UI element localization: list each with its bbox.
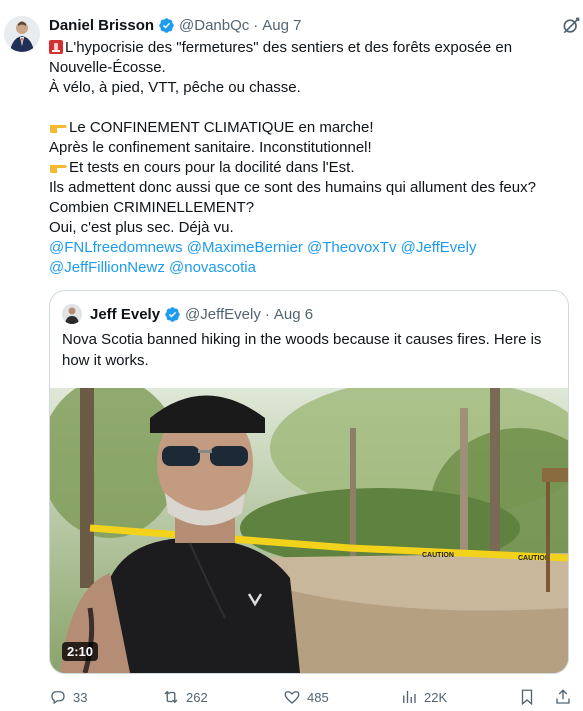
tweet-line: Et tests en cours pour la docilité dans … bbox=[49, 158, 569, 178]
author-avatar[interactable] bbox=[4, 16, 40, 52]
tweet-line-text: Le CONFINEMENT CLIMATIQUE en marche! bbox=[69, 119, 374, 136]
video-thumbnail: CAUTION CAUTION bbox=[50, 388, 568, 673]
like-button[interactable]: 485 bbox=[283, 688, 329, 706]
share-icon bbox=[556, 689, 570, 704]
like-count: 485 bbox=[307, 689, 329, 705]
tweet-actions-bar: 33 262 485 22K bbox=[49, 688, 579, 710]
mention-link[interactable]: @MaximeBernier bbox=[187, 239, 303, 256]
reply-button[interactable]: 33 bbox=[49, 688, 87, 706]
mentions-line: @FNLfreedomnews @MaximeBernier @TheovoxT… bbox=[49, 238, 569, 258]
mention-link[interactable]: @FNLfreedomnews bbox=[49, 239, 183, 256]
tweet-text: L'hypocrisie des "fermetures" des sentie… bbox=[49, 38, 569, 278]
video-player[interactable]: CAUTION CAUTION 2:10 bbox=[50, 388, 568, 673]
tweet-date[interactable]: Aug 7 bbox=[262, 17, 301, 34]
like-icon bbox=[284, 691, 300, 704]
tweet-header: Daniel Brisson @DanbQc · Aug 7 bbox=[49, 14, 580, 36]
header-separator: · bbox=[253, 16, 259, 34]
tweet-line: Le CONFINEMENT CLIMATIQUE en marche! bbox=[49, 118, 569, 138]
tweet-line: L'hypocrisie des "fermetures" des sentie… bbox=[49, 38, 569, 58]
video-duration-badge: 2:10 bbox=[62, 642, 99, 661]
tweet-line-text: Combien CRIMINELLEMENT? bbox=[49, 199, 255, 216]
header-separator: · bbox=[264, 305, 270, 323]
views-icon bbox=[403, 691, 416, 703]
tweet-line-text: Et tests en cours pour la docilité dans … bbox=[69, 159, 355, 176]
caution-tape-text: CAUTION bbox=[422, 552, 454, 559]
siren-emoji-icon bbox=[49, 40, 63, 54]
pointing-hand-emoji-icon bbox=[50, 125, 67, 133]
verified-badge-icon bbox=[165, 306, 180, 322]
tweet-content: Daniel Brisson @DanbQc · Aug 7 L'hypocri… bbox=[49, 14, 580, 278]
tweet[interactable]: Daniel Brisson @DanbQc · Aug 7 L'hypocri… bbox=[0, 0, 583, 711]
tweet-line-text: À vélo, à pied, VTT, pêche ou chasse. bbox=[49, 79, 301, 96]
mention-link[interactable]: @JeffFillionNewz bbox=[49, 259, 165, 276]
pointing-hand-emoji-icon bbox=[50, 165, 67, 173]
quoted-tweet-text: Nova Scotia banned hiking in the woods b… bbox=[62, 331, 542, 369]
caution-tape-text: CAUTION bbox=[518, 555, 550, 562]
repost-icon bbox=[164, 690, 178, 704]
tweet-line-text: Oui, c'est plus sec. Déjà vu. bbox=[49, 219, 234, 236]
author-handle[interactable]: @DanbQc bbox=[179, 17, 249, 34]
mention-link[interactable]: @TheovoxTv bbox=[307, 239, 396, 256]
quoted-tweet[interactable]: Jeff Evely @JeffEvely · Aug 6 Nova Scoti… bbox=[49, 290, 569, 674]
author-name[interactable]: Daniel Brisson bbox=[49, 17, 154, 34]
views-count: 22K bbox=[424, 689, 448, 705]
views-button[interactable]: 22K bbox=[400, 688, 447, 706]
reply-count: 33 bbox=[73, 689, 88, 705]
mention-link[interactable]: @novascotia bbox=[169, 259, 256, 276]
quoted-author-avatar[interactable] bbox=[62, 304, 82, 324]
quoted-tweet-header: Jeff Evely @JeffEvely · Aug 6 bbox=[62, 303, 313, 325]
share-button[interactable] bbox=[554, 688, 578, 706]
grok-icon[interactable] bbox=[561, 16, 581, 36]
tweet-line-text: Nouvelle-Écosse. bbox=[49, 59, 166, 76]
bookmark-icon bbox=[521, 689, 533, 706]
reply-icon bbox=[51, 691, 65, 705]
tweet-line-text: L'hypocrisie des "fermetures" des sentie… bbox=[65, 39, 513, 56]
mention-link[interactable]: @JeffEvely bbox=[401, 239, 477, 256]
verified-badge-icon bbox=[159, 17, 174, 33]
tweet-line-text: Ils admettent donc aussi que ce sont des… bbox=[49, 179, 536, 196]
bookmark-button[interactable] bbox=[518, 688, 542, 706]
mentions-line: @JeffFillionNewz @novascotia bbox=[49, 258, 569, 278]
quoted-author-handle[interactable]: @JeffEvely bbox=[185, 306, 261, 323]
repost-count: 262 bbox=[186, 689, 208, 705]
tweet-line-text: Après le confinement sanitaire. Inconsti… bbox=[49, 139, 372, 156]
repost-button[interactable]: 262 bbox=[162, 688, 208, 706]
quoted-author-name[interactable]: Jeff Evely bbox=[90, 306, 160, 323]
quoted-tweet-date[interactable]: Aug 6 bbox=[274, 306, 313, 323]
